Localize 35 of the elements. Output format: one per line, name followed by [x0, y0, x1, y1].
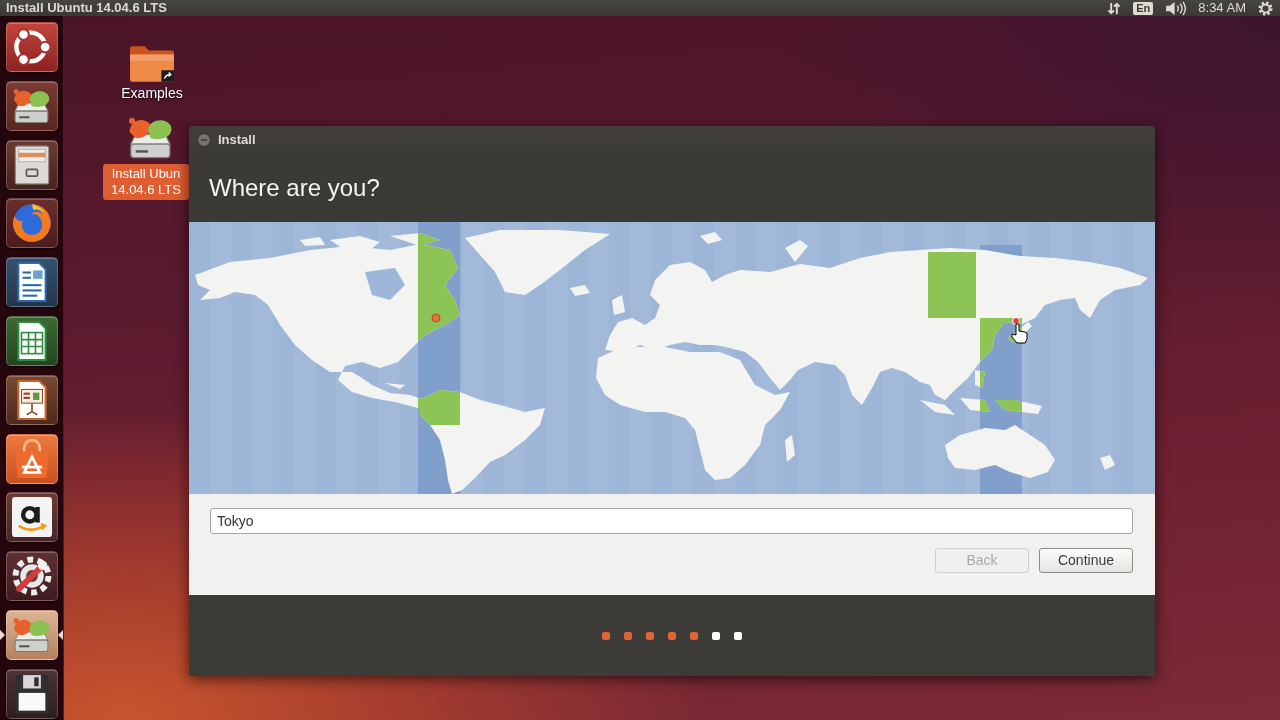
page-heading: Where are you?: [209, 173, 380, 202]
location-field[interactable]: Tokyo: [210, 508, 1133, 534]
clock[interactable]: 8:34 AM: [1198, 0, 1246, 16]
folder-icon[interactable]: [129, 45, 175, 83]
launcher-button[interactable]: [6, 257, 58, 308]
launcher-button[interactable]: [6, 609, 58, 660]
letter-smile-logo-icon: [12, 497, 52, 538]
launcher-button[interactable]: [6, 433, 58, 484]
panel-title: Install Ubuntu 14.04.6 LTS: [6, 0, 167, 16]
volume-icon[interactable]: [1165, 0, 1187, 16]
launcher-button[interactable]: [6, 551, 58, 602]
launcher-button[interactable]: [6, 22, 58, 72]
wizard-button[interactable]: Continue: [1039, 548, 1133, 573]
window-title: Install: [218, 130, 256, 149]
triangle-pip-icon: [58, 629, 63, 640]
launcher-button[interactable]: [6, 316, 58, 366]
transfer-arrows-icon[interactable]: [1107, 0, 1122, 16]
gear-wrench-icon: [12, 556, 52, 597]
icon-label[interactable]: Examples: [118, 84, 186, 103]
launcher-button[interactable]: [6, 80, 58, 131]
launcher-button[interactable]: [6, 668, 58, 719]
file-cabinet-icon: [12, 144, 52, 185]
keyboard-layout-indicator[interactable]: En: [1133, 1, 1154, 15]
launcher-button[interactable]: [6, 374, 58, 425]
ubuntu-logo-icon: [12, 27, 52, 67]
settings-icon[interactable]: [1258, 0, 1273, 16]
fox-globe-icon: [12, 203, 52, 244]
launcher-button[interactable]: [6, 139, 58, 190]
launcher-button[interactable]: [6, 492, 58, 543]
city-dot-icon: [431, 313, 441, 323]
minus-circle-icon[interactable]: [197, 132, 211, 147]
triangle-pip-icon: [0, 629, 5, 640]
icon-label[interactable]: Install Ubun 14.04.6 LTS: [103, 164, 189, 200]
shopping-bag-icon: [12, 438, 52, 479]
launcher-button[interactable]: [6, 198, 58, 249]
